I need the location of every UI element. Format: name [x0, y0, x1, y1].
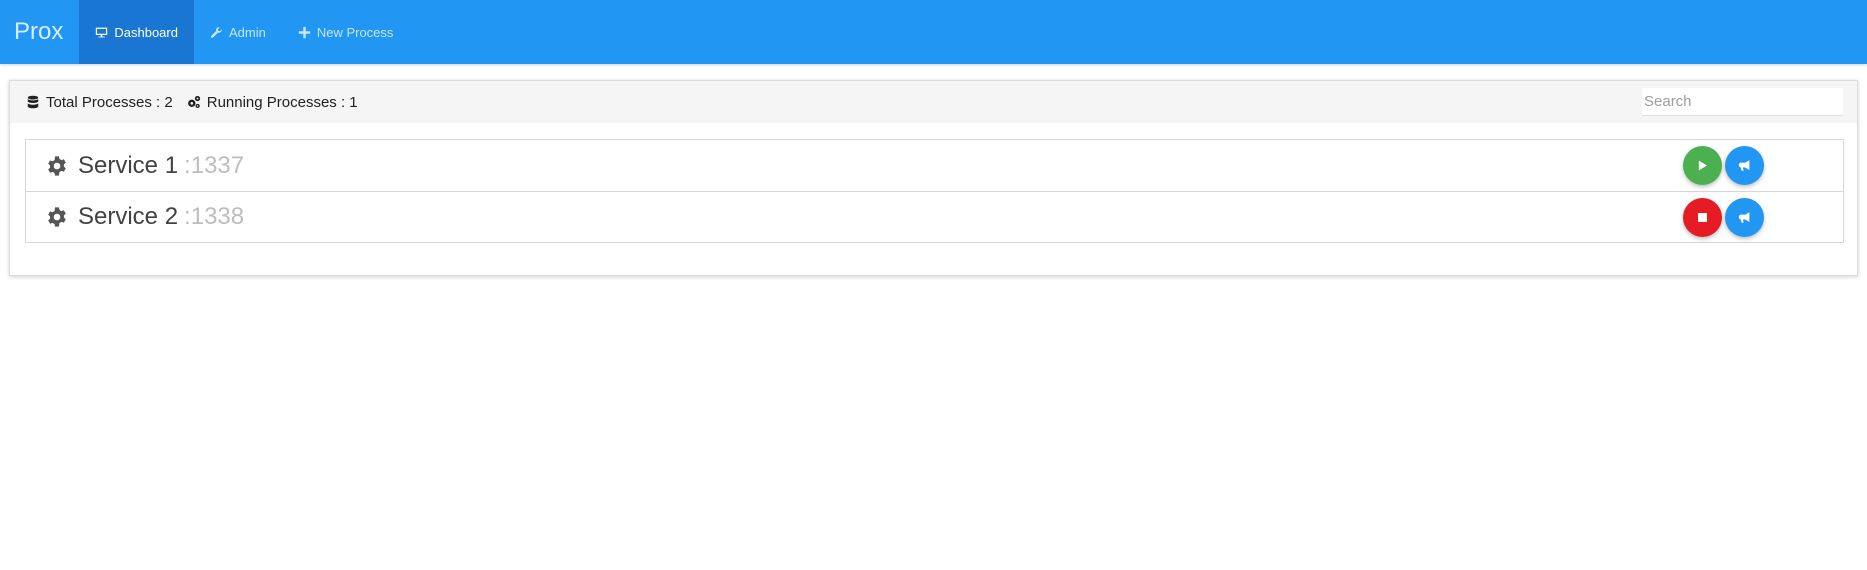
nav-item-label: Dashboard	[114, 24, 178, 40]
total-processes-text: Total Processes : 2	[46, 93, 173, 111]
wrench-icon	[210, 26, 222, 38]
start-button[interactable]	[1683, 146, 1722, 185]
process-name: Service 2	[78, 203, 179, 230]
nav-item-admin[interactable]: Admin	[194, 0, 282, 64]
brand-logo[interactable]: Prox	[0, 0, 79, 64]
process-list: Service 1 :1337 Service 2 :1338	[25, 139, 1844, 243]
gear-icon	[48, 207, 66, 227]
running-processes-stat: Running Processes : 1	[187, 94, 358, 111]
nav-item-new-process[interactable]: New Process	[282, 0, 410, 64]
logs-button[interactable]	[1725, 198, 1764, 237]
process-row: Service 1 :1337	[26, 140, 1843, 191]
running-processes-text: Running Processes : 1	[206, 93, 358, 111]
stop-button[interactable]	[1683, 198, 1722, 237]
process-actions	[1683, 146, 1764, 185]
total-processes-stat: Total Processes : 2	[26, 94, 173, 111]
bullhorn-icon	[1738, 212, 1750, 223]
stop-icon	[1698, 213, 1707, 222]
monitor-icon	[96, 27, 108, 37]
process-panel: Total Processes : 2 Running Processes : …	[9, 80, 1858, 276]
database-icon	[27, 95, 39, 109]
plus-icon	[298, 26, 311, 38]
play-icon	[1698, 160, 1707, 171]
logs-button[interactable]	[1725, 146, 1764, 185]
bullhorn-icon	[1738, 160, 1750, 171]
process-name: Service 1	[78, 151, 179, 179]
nav-item-label: New Process	[316, 24, 394, 40]
gear-icon	[48, 155, 66, 176]
search-input[interactable]	[1642, 88, 1843, 116]
nav-item-dashboard[interactable]: Dashboard	[79, 0, 194, 64]
process-actions	[1683, 198, 1764, 237]
process-port: :1338	[184, 203, 245, 230]
panel-header: Total Processes : 2 Running Processes : …	[10, 81, 1857, 123]
top-navbar: Prox Dashboard Admin New Process	[0, 0, 1867, 64]
cogs-icon	[187, 95, 200, 109]
process-port: :1337	[184, 151, 245, 179]
nav-item-label: Admin	[228, 24, 266, 40]
process-row: Service 2 :1338	[26, 191, 1843, 242]
